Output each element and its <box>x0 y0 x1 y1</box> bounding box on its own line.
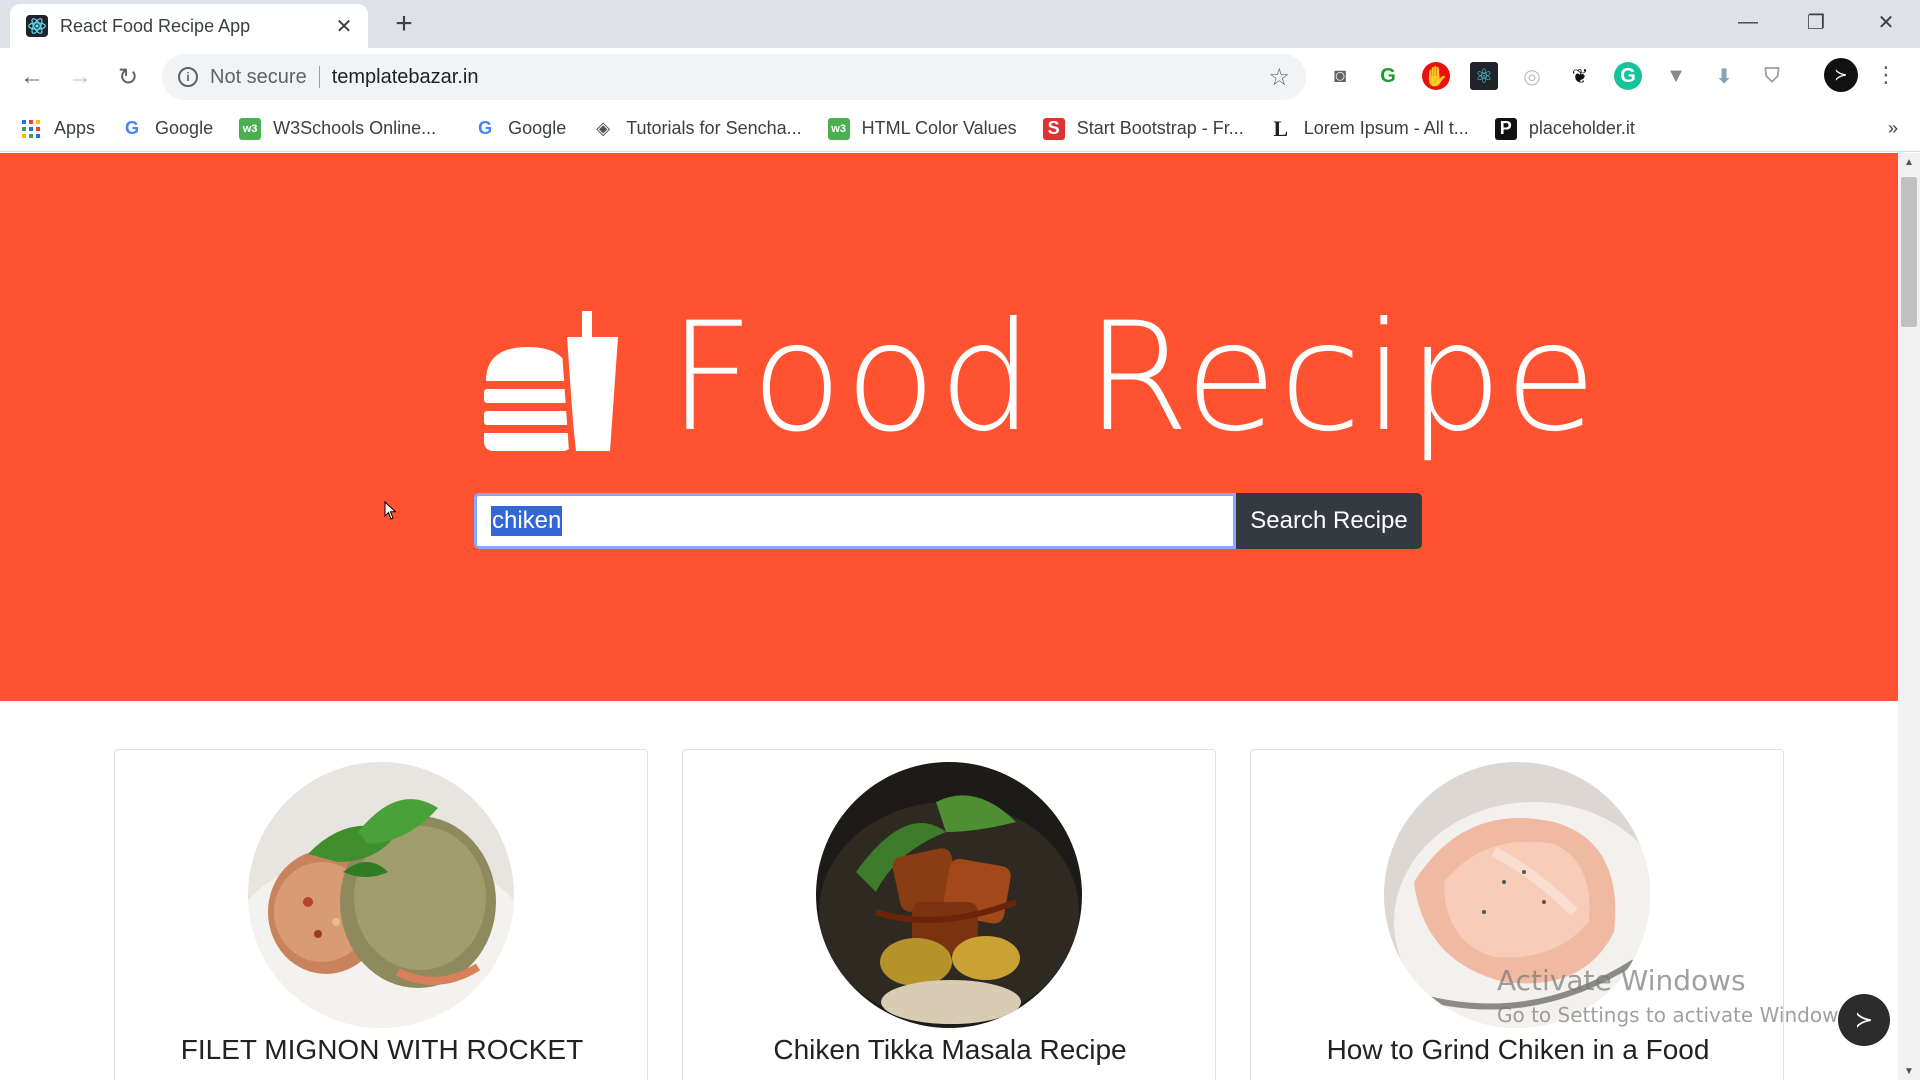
restore-icon[interactable]: ❐ <box>1782 0 1850 44</box>
sencha-icon: ◈ <box>596 118 611 138</box>
watermark-line2: Go to Settings to activate Windows. <box>1497 1003 1856 1027</box>
more-bookmarks-icon[interactable]: » <box>1888 118 1898 139</box>
react-favicon-icon <box>26 15 48 37</box>
browser-toolbar: ← → ↻ i Not secure templatebazar.in ☆ ◙ … <box>0 48 1920 106</box>
reload-icon[interactable]: ↻ <box>108 57 148 97</box>
back-arrow-icon[interactable]: ← <box>12 57 52 97</box>
w3schools-icon: w3 <box>239 117 262 140</box>
bookmark-label: Tutorials for Sencha... <box>626 118 802 138</box>
bookmark-label: Google <box>508 118 567 138</box>
mouse-pointer-icon <box>384 501 397 520</box>
recipe-title[interactable]: How to Grind Chiken in a Food <box>1251 1034 1785 1066</box>
forward-arrow-icon[interactable]: → <box>60 57 100 97</box>
vue-extension-icon[interactable]: ▼ <box>1662 62 1690 90</box>
circle-extension-icon[interactable]: ◎ <box>1518 62 1546 90</box>
recipe-search-input[interactable]: chiken <box>474 493 1236 549</box>
startbootstrap-icon: S <box>1042 117 1065 140</box>
menu-kebab-icon[interactable]: ⋮ <box>1874 60 1898 90</box>
scroll-thumb[interactable] <box>1901 177 1917 327</box>
grammarly-g-extension-icon[interactable]: G <box>1374 62 1402 90</box>
security-label: Not secure <box>210 65 307 88</box>
recipe-card[interactable]: FILET MIGNON WITH ROCKET <box>114 749 648 1080</box>
recipe-title[interactable]: FILET MIGNON WITH ROCKET <box>115 1034 649 1066</box>
apps-grid-icon <box>20 118 42 140</box>
bookmark-start-bootstrap[interactable]: S Start Bootstrap - Fr... <box>1042 117 1244 140</box>
recipe-title[interactable]: Chiken Tikka Masala Recipe <box>683 1034 1217 1066</box>
page-scrollbar[interactable]: ▲ ▼ <box>1898 153 1920 1080</box>
bookmark-star-icon[interactable]: ☆ <box>1268 63 1290 92</box>
window-close-icon[interactable]: ✕ <box>1852 0 1920 44</box>
scroll-up-icon[interactable]: ▲ <box>1898 153 1920 171</box>
tab-title: React Food Recipe App <box>60 15 251 36</box>
bookmark-html-colors[interactable]: w3 HTML Color Values <box>827 117 1017 140</box>
shield-extension-icon[interactable]: ⛉ <box>1758 62 1786 90</box>
info-icon[interactable]: i <box>178 67 198 87</box>
bookmark-google-2[interactable]: G Google <box>474 118 566 140</box>
html-color-icon: w3 <box>827 117 850 140</box>
selected-search-text: chiken <box>491 506 563 536</box>
bookmark-label: W3Schools Online... <box>273 118 437 138</box>
hero-banner: Food Recipe chiken Search Recipe <box>0 153 1898 701</box>
recipe-image-filet-mignon[interactable] <box>248 762 514 1028</box>
address-bar[interactable]: i Not secure templatebazar.in ☆ <box>162 54 1306 100</box>
bookmark-label: Google <box>155 118 214 138</box>
adblock-extension-icon[interactable]: ✋ <box>1422 62 1450 90</box>
floating-action-icon[interactable]: ≻ <box>1838 994 1890 1046</box>
bookmark-label: placeholder.it <box>1528 118 1635 138</box>
tab-strip: React Food Recipe App ✕ + — ❐ ✕ <box>0 0 1920 48</box>
url-text[interactable]: templatebazar.in <box>332 66 1269 89</box>
recipe-card[interactable]: Chiken Tikka Masala Recipe <box>682 749 1216 1080</box>
close-tab-icon[interactable]: ✕ <box>332 14 356 38</box>
minimize-icon[interactable]: — <box>1714 0 1782 44</box>
activate-windows-watermark: Activate Windows Go to Settings to activ… <box>1497 964 1855 1027</box>
google-icon: G <box>478 118 493 138</box>
new-tab-button[interactable]: + <box>388 7 420 40</box>
google-icon: G <box>125 118 140 138</box>
bookmark-label: Lorem Ipsum - All t... <box>1303 118 1469 138</box>
react-devtools-icon[interactable]: ⚛ <box>1470 62 1498 90</box>
bookmarks-bar: Apps G Google w3 W3Schools Online... G G… <box>0 106 1920 152</box>
bookmark-label: HTML Color Values <box>861 118 1017 138</box>
grammarly-extension-icon[interactable]: G <box>1614 62 1642 90</box>
bookmark-label: Apps <box>54 118 96 138</box>
bookmark-google[interactable]: G Google <box>121 118 213 140</box>
scroll-down-icon[interactable]: ▼ <box>1898 1062 1920 1080</box>
bookmark-apps[interactable]: Apps <box>20 118 95 140</box>
recipe-image-chiken-tikka[interactable] <box>816 762 1082 1028</box>
download-extension-icon[interactable]: ⬇ <box>1710 62 1738 90</box>
search-form: chiken Search Recipe <box>474 493 1422 549</box>
paw-extension-icon[interactable]: ❦ <box>1566 62 1594 90</box>
watermark-line1: Activate Windows <box>1497 964 1746 997</box>
bookmark-w3schools[interactable]: w3 W3Schools Online... <box>239 117 437 140</box>
placeholder-icon: P <box>1494 117 1517 140</box>
camera-extension-icon[interactable]: ◙ <box>1326 62 1354 90</box>
active-tab[interactable]: React Food Recipe App ✕ <box>10 4 368 48</box>
page-viewport: Food Recipe chiken Search Recipe FILET M… <box>0 153 1898 1080</box>
omnibox-divider <box>318 66 320 88</box>
bookmark-label: Start Bootstrap - Fr... <box>1076 118 1244 138</box>
brand-title: Food Recipe <box>668 291 1599 465</box>
burger-drink-logo-icon <box>484 311 618 452</box>
bookmark-placeholder[interactable]: P placeholder.it <box>1494 117 1635 140</box>
bookmark-lorem-ipsum[interactable]: L Lorem Ipsum - All t... <box>1270 115 1469 141</box>
lorem-icon: L <box>1273 115 1289 141</box>
bookmark-sencha[interactable]: ◈ Tutorials for Sencha... <box>592 118 801 140</box>
profile-avatar[interactable]: ≻ <box>1824 58 1858 92</box>
recipe-card[interactable]: How to Grind Chiken in a Food <box>1250 749 1784 1080</box>
search-recipe-button[interactable]: Search Recipe <box>1236 493 1422 549</box>
